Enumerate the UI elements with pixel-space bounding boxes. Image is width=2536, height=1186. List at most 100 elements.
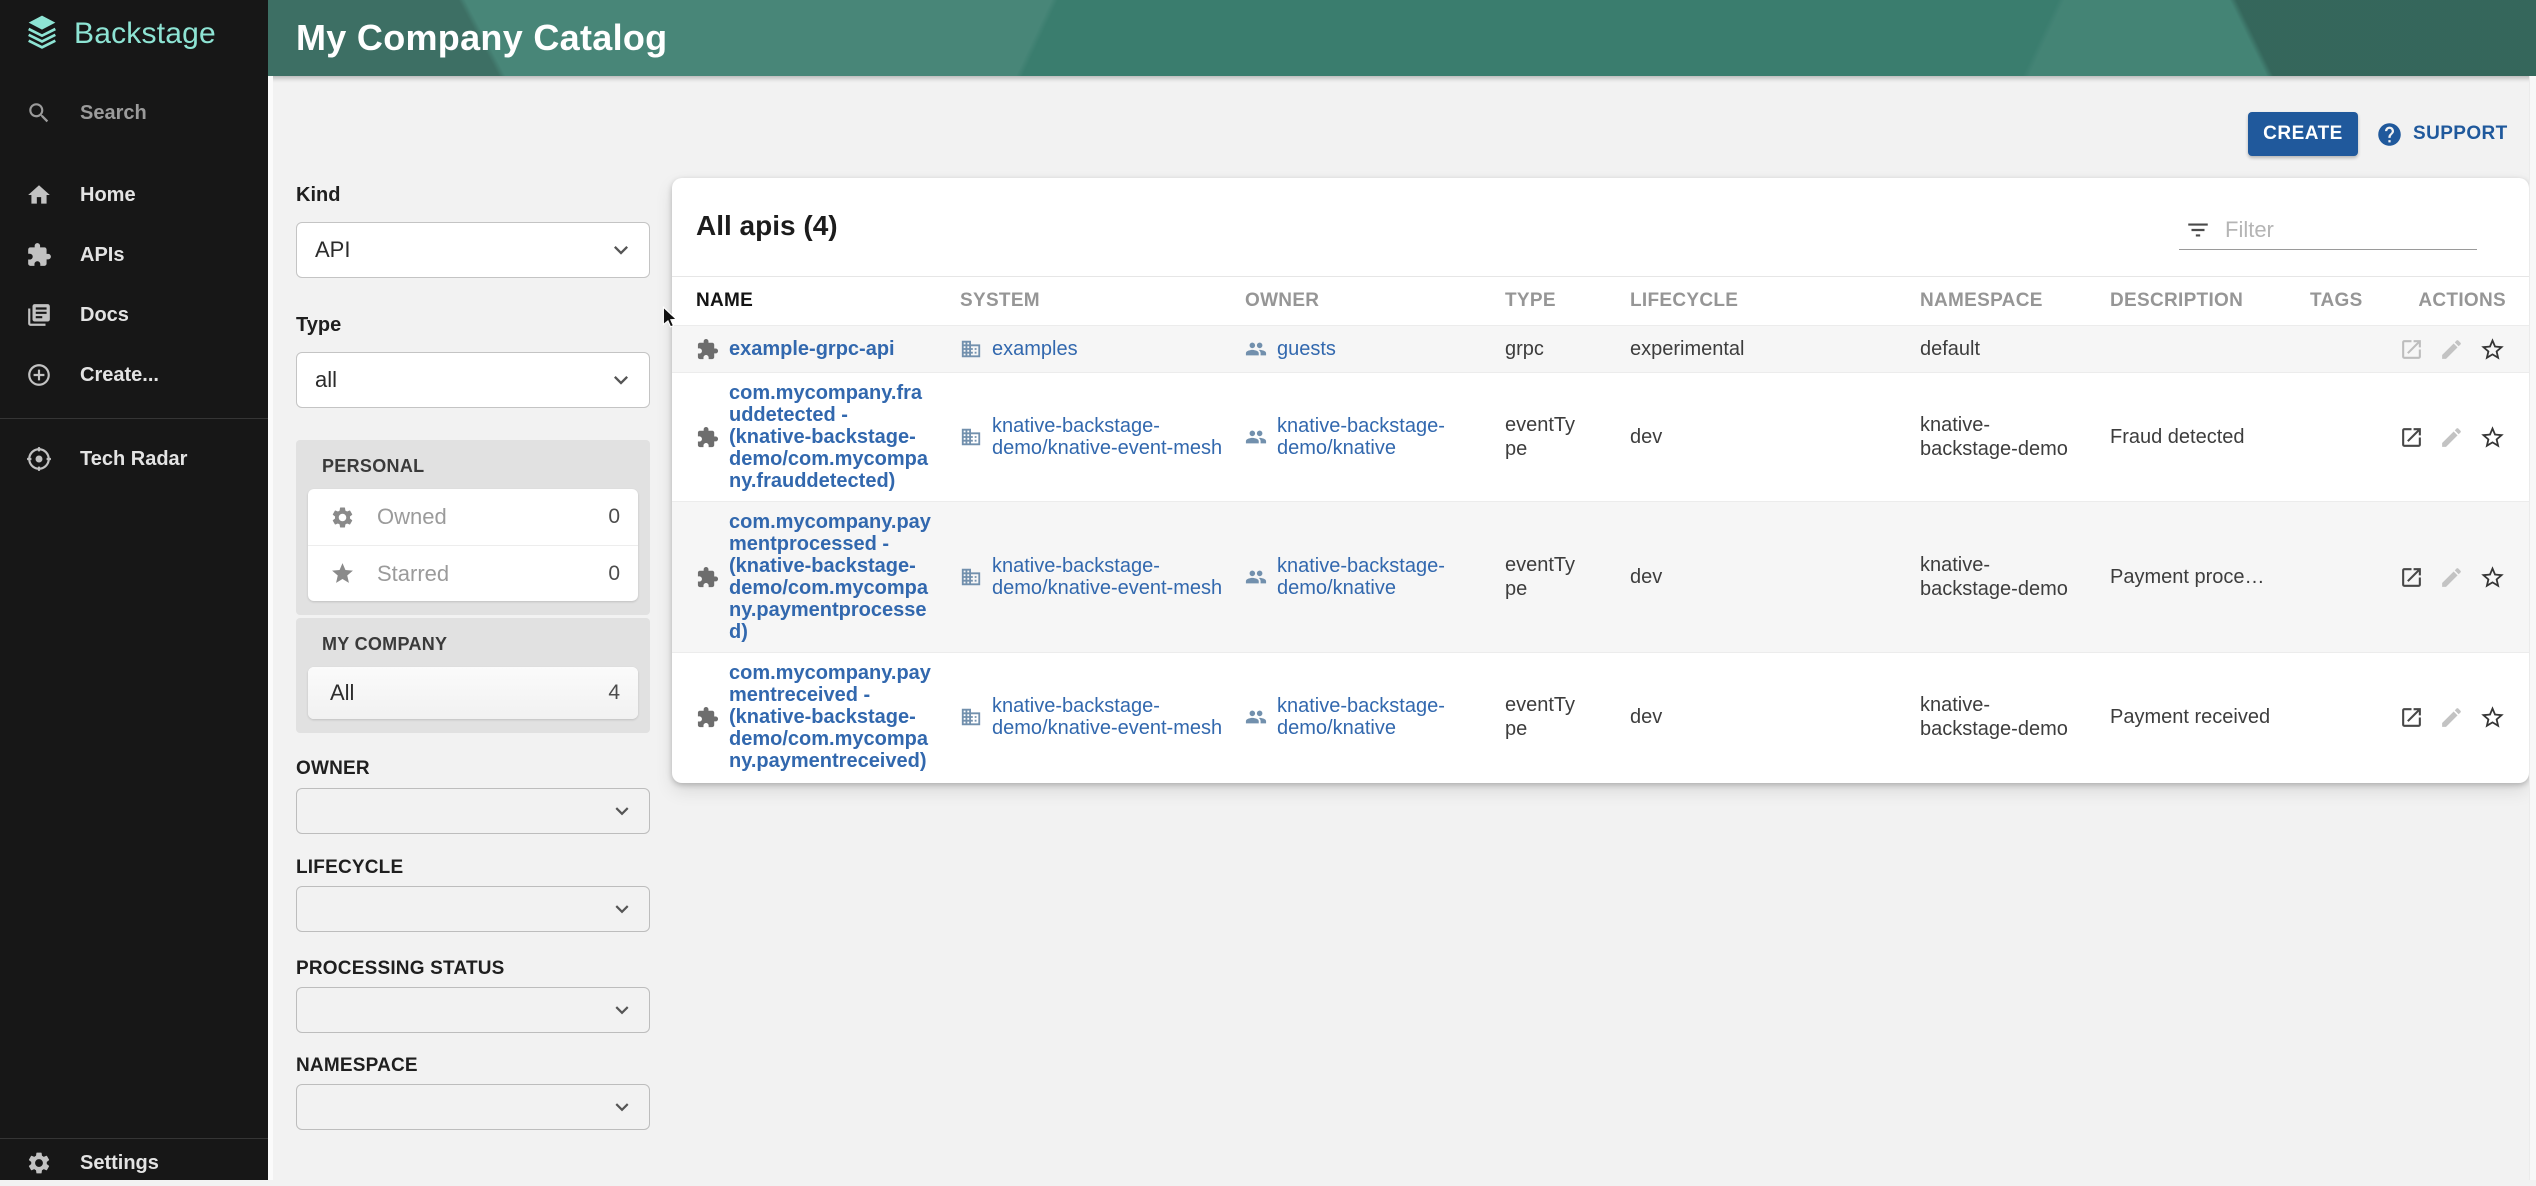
group-icon	[1245, 706, 1267, 728]
star-border-icon[interactable]	[2479, 424, 2506, 451]
company-filter-group: MY COMPANY All 4	[296, 618, 650, 733]
support-label: SUPPORT	[2413, 123, 2508, 145]
owner-select[interactable]	[296, 788, 650, 834]
lifecycle-select[interactable]	[296, 886, 650, 932]
kind-select[interactable]: API	[296, 222, 650, 278]
owned-count: 0	[608, 505, 620, 529]
open-in-new-icon[interactable]	[2399, 337, 2424, 362]
column-header-name[interactable]: NAME	[696, 290, 960, 312]
owner-link[interactable]: guests	[1277, 338, 1467, 360]
sidebar: Backstage Search Home APIs Docs Create..…	[0, 0, 268, 1180]
namespace-select[interactable]	[296, 1084, 650, 1130]
column-header-owner[interactable]: OWNER	[1245, 290, 1505, 312]
column-header-system[interactable]: SYSTEM	[960, 290, 1245, 312]
column-header-actions[interactable]: ACTIONS	[2418, 290, 2520, 312]
actions-cell	[2399, 704, 2520, 731]
star-border-icon[interactable]	[2479, 564, 2506, 591]
sidebar-item-apis[interactable]: APIs	[0, 232, 268, 278]
page-scrollbar[interactable]	[2529, 76, 2536, 1180]
description-cell: Payment proce…	[2110, 565, 2310, 589]
owned-label: Owned	[377, 504, 608, 530]
name-cell: com.mycompany.paymentprocessed - (knativ…	[696, 511, 960, 643]
owner-cell: knative-backstage-demo/knative	[1245, 415, 1505, 459]
type-select[interactable]: all	[296, 352, 650, 408]
open-in-new-icon[interactable]	[2399, 705, 2424, 730]
entity-name-link[interactable]: com.mycompany.paymentprocessed - (knativ…	[729, 511, 934, 643]
sidebar-item-label: Settings	[80, 1152, 159, 1175]
table-filter-input[interactable]	[2225, 217, 2513, 243]
kind-label: Kind	[296, 184, 340, 207]
table-body: example-grpc-api examples guests grpc ex…	[672, 325, 2529, 781]
sidebar-item-create[interactable]: Create...	[0, 352, 268, 398]
catalog-table-card: All apis (4) NAMESYSTEMOWNERTYPELIFECYCL…	[672, 178, 2529, 783]
system-link[interactable]: examples	[992, 338, 1227, 360]
system-link[interactable]: knative-backstage-demo/knative-event-mes…	[992, 555, 1227, 599]
filter-item-owned[interactable]: Owned 0	[308, 489, 638, 545]
all-label: All	[330, 680, 608, 706]
column-header-description[interactable]: DESCRIPTION	[2110, 290, 2310, 312]
column-header-tags[interactable]: TAGS	[2310, 290, 2420, 312]
processing-status-label: PROCESSING STATUS	[296, 958, 505, 980]
table-row: com.mycompany.frauddetected - (knative-b…	[672, 372, 2529, 501]
radar-icon	[26, 446, 52, 472]
sidebar-item-docs[interactable]: Docs	[0, 292, 268, 338]
create-button[interactable]: CREATE	[2248, 112, 2358, 156]
actions-cell	[2399, 424, 2520, 451]
column-header-type[interactable]: TYPE	[1505, 290, 1630, 312]
star-border-icon[interactable]	[2479, 704, 2506, 731]
plus-circle-icon	[26, 362, 52, 388]
column-header-namespace[interactable]: NAMESPACE	[1920, 290, 2110, 312]
personal-filter-group: PERSONAL Owned 0 Starred 0	[296, 440, 650, 615]
star-icon	[330, 561, 355, 586]
support-button[interactable]: SUPPORT	[2376, 118, 2508, 150]
filter-item-starred[interactable]: Starred 0	[308, 545, 638, 601]
sidebar-item-tech-radar[interactable]: Tech Radar	[0, 436, 268, 482]
column-header-lifecycle[interactable]: LIFECYCLE	[1630, 290, 1920, 312]
processing-status-select[interactable]	[296, 987, 650, 1033]
star-border-icon[interactable]	[2479, 336, 2506, 363]
api-kind-puzzle-icon	[696, 426, 719, 449]
chevron-down-icon	[609, 997, 635, 1023]
edit-pencil-icon[interactable]	[2439, 565, 2464, 590]
group-icon	[1245, 338, 1267, 360]
sidebar-item-settings[interactable]: Settings	[0, 1140, 268, 1186]
api-kind-puzzle-icon	[696, 566, 719, 589]
namespace-label: NAMESPACE	[296, 1055, 418, 1077]
type-value: all	[315, 367, 337, 393]
open-in-new-icon[interactable]	[2399, 425, 2424, 450]
entity-name-link[interactable]: com.mycompany.frauddetected - (knative-b…	[729, 382, 934, 492]
sidebar-item-search[interactable]: Search	[0, 90, 268, 136]
sidebar-item-home[interactable]: Home	[0, 172, 268, 218]
edit-pencil-icon[interactable]	[2439, 705, 2464, 730]
gear-icon	[26, 1150, 52, 1176]
api-kind-puzzle-icon	[696, 338, 719, 361]
table-row: example-grpc-api examples guests grpc ex…	[672, 325, 2529, 372]
owner-link[interactable]: knative-backstage-demo/knative	[1277, 415, 1467, 459]
owner-link[interactable]: knative-backstage-demo/knative	[1277, 695, 1467, 739]
type-cell: eventType	[1505, 693, 1597, 741]
entity-name-link[interactable]: com.mycompany.paymentreceived - (knative…	[729, 662, 934, 772]
table-title: All apis (4)	[696, 210, 838, 242]
backstage-logo[interactable]: Backstage	[22, 14, 216, 54]
sidebar-item-label: Docs	[80, 304, 129, 327]
api-kind-puzzle-icon	[696, 706, 719, 729]
edit-pencil-icon[interactable]	[2439, 425, 2464, 450]
logo-text: Backstage	[74, 17, 216, 51]
table-header-row: NAMESYSTEMOWNERTYPELIFECYCLENAMESPACEDES…	[672, 277, 2529, 325]
owner-link[interactable]: knative-backstage-demo/knative	[1277, 555, 1467, 599]
owner-label: OWNER	[296, 758, 370, 780]
filter-item-all[interactable]: All 4	[308, 667, 638, 719]
edit-pencil-icon[interactable]	[2439, 337, 2464, 362]
system-link[interactable]: knative-backstage-demo/knative-event-mes…	[992, 695, 1227, 739]
sidebar-item-label: Create...	[80, 364, 159, 387]
entity-name-link[interactable]: example-grpc-api	[729, 338, 934, 360]
lifecycle-cell: experimental	[1630, 337, 1920, 361]
type-cell: grpc	[1505, 337, 1597, 361]
personal-group-card: Owned 0 Starred 0	[308, 489, 638, 601]
table-row: com.mycompany.paymentreceived - (knative…	[672, 652, 2529, 781]
table-row: com.mycompany.paymentprocessed - (knativ…	[672, 501, 2529, 652]
system-link[interactable]: knative-backstage-demo/knative-event-mes…	[992, 415, 1227, 459]
filter-list-icon	[2185, 217, 2211, 243]
table-filter-field	[2179, 210, 2477, 250]
open-in-new-icon[interactable]	[2399, 565, 2424, 590]
